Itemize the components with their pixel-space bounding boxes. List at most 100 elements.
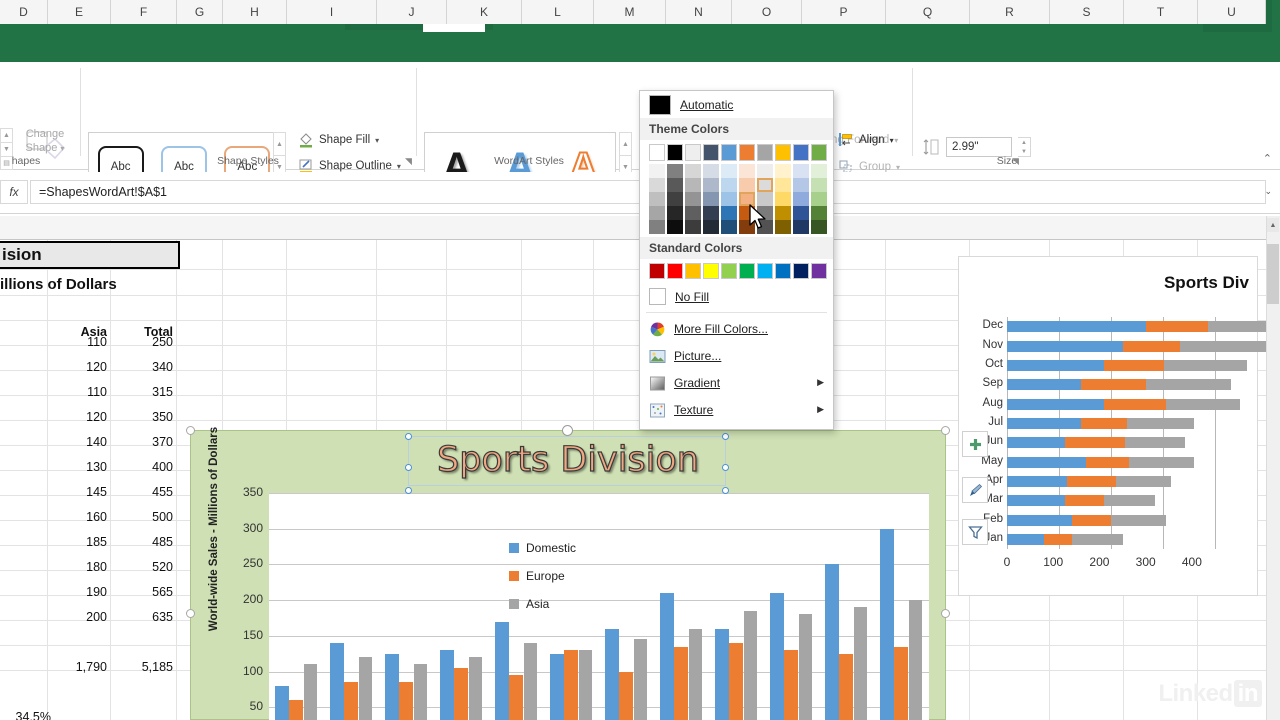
column-chart-bar[interactable] — [633, 639, 648, 720]
sheet-subtitle[interactable]: illions of Dollars — [0, 272, 180, 296]
theme-color-variant-swatch[interactable] — [685, 220, 701, 234]
shape-fill-button[interactable]: Shape Fill ▾ — [298, 132, 379, 148]
theme-color-variant-swatch[interactable] — [685, 164, 701, 178]
column-chart-bar[interactable] — [825, 564, 839, 720]
table-cell-total[interactable]: 520 — [48, 556, 177, 578]
theme-color-swatch[interactable] — [703, 144, 719, 161]
column-chart-bar[interactable] — [358, 657, 373, 720]
automatic-color-item[interactable]: Automatic — [640, 91, 833, 118]
column-chart-bar[interactable] — [798, 614, 813, 720]
theme-color-column[interactable] — [703, 144, 719, 234]
theme-color-variant-swatch[interactable] — [667, 192, 683, 206]
chart-styles-brush-icon[interactable] — [962, 477, 988, 503]
theme-color-variant-swatch[interactable] — [649, 164, 665, 178]
column-chart-bar[interactable] — [715, 628, 729, 720]
bar-chart-segment[interactable] — [1164, 359, 1248, 371]
column-chart-bar[interactable] — [399, 682, 414, 720]
collapse-ribbon-icon[interactable]: ⌃ — [1263, 152, 1272, 165]
theme-color-variant-swatch[interactable] — [703, 178, 719, 192]
column-chart-bar[interactable] — [839, 653, 854, 720]
bar-chart-segment[interactable] — [1085, 456, 1130, 468]
column-chart-bar[interactable] — [303, 664, 318, 720]
theme-color-variant-swatch[interactable] — [703, 220, 719, 234]
column-chart-bar[interactable] — [894, 646, 909, 720]
legend-item-europe[interactable]: Europe — [509, 569, 565, 583]
column-header-p[interactable]: P — [802, 0, 886, 24]
gradient-item[interactable]: Gradient ▶ — [640, 369, 833, 396]
theme-color-variant-swatch[interactable] — [793, 192, 809, 206]
column-chart-bar[interactable] — [550, 653, 564, 720]
bar-chart-segment[interactable] — [1122, 340, 1181, 352]
theme-color-variant-swatch[interactable] — [757, 178, 773, 192]
bar-chart-segment[interactable] — [1166, 398, 1241, 410]
theme-color-variant-swatch[interactable] — [649, 220, 665, 234]
wordart-rotate-handle[interactable] — [562, 425, 573, 436]
bar-chart-segment[interactable] — [1007, 398, 1105, 410]
wordart-handle-tl[interactable] — [405, 433, 412, 440]
column-header-q[interactable]: Q — [886, 0, 970, 24]
theme-color-variant-swatch[interactable] — [667, 164, 683, 178]
theme-color-variant-swatch[interactable] — [757, 164, 773, 178]
vertical-scroll-thumb[interactable] — [1267, 244, 1279, 304]
theme-color-column[interactable] — [775, 144, 791, 234]
column-chart-bar[interactable] — [344, 682, 359, 720]
theme-color-variant-swatch[interactable] — [793, 220, 809, 234]
wordart-handle-bl[interactable] — [405, 487, 412, 494]
standard-color-swatch[interactable] — [685, 263, 701, 279]
column-chart-bar[interactable] — [454, 668, 469, 720]
theme-color-variant-swatch[interactable] — [793, 206, 809, 220]
bar-chart-segment[interactable] — [1007, 379, 1081, 391]
chart-resize-handle-tr[interactable] — [941, 426, 950, 435]
standard-color-swatch[interactable] — [649, 263, 665, 279]
column-chart-bar[interactable] — [729, 643, 744, 720]
column-chart-bar[interactable] — [495, 621, 509, 720]
standard-color-swatch[interactable] — [739, 263, 755, 279]
theme-color-variant-swatch[interactable] — [667, 206, 683, 220]
table-cell-total[interactable]: 400 — [48, 456, 177, 478]
theme-color-variant-swatch[interactable] — [721, 192, 737, 206]
column-chart-bar[interactable] — [605, 628, 619, 720]
theme-color-variant-swatch[interactable] — [775, 220, 791, 234]
theme-color-swatch[interactable] — [721, 144, 737, 161]
legend-item-domestic[interactable]: Domestic — [509, 541, 576, 555]
theme-color-swatch[interactable] — [811, 144, 827, 161]
column-chart-bar[interactable] — [743, 610, 758, 720]
theme-color-variant-swatch[interactable] — [685, 192, 701, 206]
theme-color-swatch[interactable] — [757, 144, 773, 161]
column-header-l[interactable]: L — [522, 0, 594, 24]
chart-elements-plus-icon[interactable] — [962, 431, 988, 457]
chart-resize-handle-ml[interactable] — [186, 609, 195, 618]
table-cell-total[interactable]: 500 — [48, 506, 177, 528]
texture-item[interactable]: Texture ▶ — [640, 396, 833, 423]
column-header-k[interactable]: K — [447, 0, 522, 24]
bar-chart-segment[interactable] — [1111, 514, 1167, 526]
standard-colors-grid[interactable] — [640, 259, 833, 283]
gallery-scroll-down-icon[interactable]: ▼ — [0, 142, 13, 156]
bar-chart-object[interactable]: Sports Div Dec Nov Oct Sep Aug Jul Jun May Apr Ma… — [958, 256, 1280, 596]
theme-color-column[interactable] — [811, 144, 827, 234]
bar-chart-segment[interactable] — [1064, 437, 1125, 449]
table-cell-total[interactable]: 565 — [48, 581, 177, 603]
standard-color-swatch[interactable] — [667, 263, 683, 279]
column-chart-bar[interactable] — [509, 675, 524, 720]
column-header-t[interactable]: T — [1124, 0, 1198, 24]
bar-chart-segment[interactable] — [1007, 456, 1086, 468]
theme-color-column[interactable] — [667, 144, 683, 234]
bar-chart-segment[interactable] — [1080, 379, 1146, 391]
theme-color-variant-swatch[interactable] — [775, 206, 791, 220]
theme-color-column[interactable] — [685, 144, 701, 234]
column-chart-bar[interactable] — [688, 628, 703, 720]
column-chart-bar[interactable] — [853, 607, 868, 720]
theme-color-variant-swatch[interactable] — [811, 206, 827, 220]
column-chart-bar[interactable] — [674, 646, 689, 720]
standard-color-swatch[interactable] — [703, 263, 719, 279]
column-header-n[interactable]: N — [666, 0, 732, 24]
wordart-handle-tr[interactable] — [722, 433, 729, 440]
theme-color-variant-swatch[interactable] — [739, 164, 755, 178]
theme-color-swatch[interactable] — [793, 144, 809, 161]
bar-chart-segment[interactable] — [1145, 379, 1232, 391]
theme-color-variant-swatch[interactable] — [811, 178, 827, 192]
bar-chart-segment[interactable] — [1067, 475, 1116, 487]
fx-icon[interactable]: fx — [0, 180, 28, 204]
shape-height-input[interactable]: 2.99" — [946, 137, 1012, 157]
